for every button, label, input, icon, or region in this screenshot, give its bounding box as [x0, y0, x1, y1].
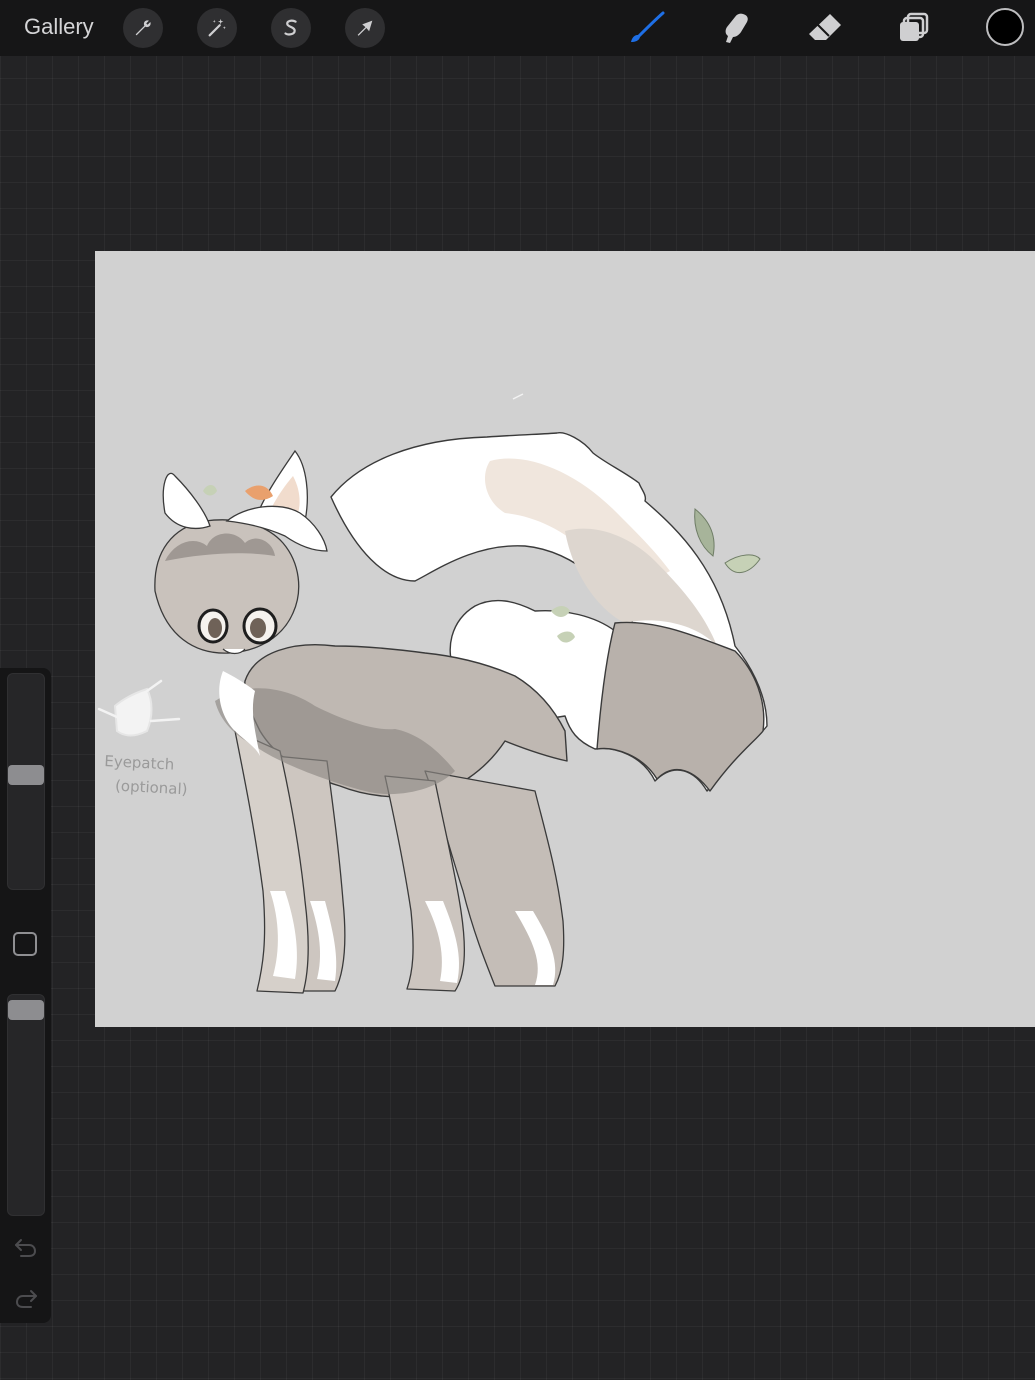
- redo-icon: [15, 1290, 37, 1308]
- brush-tool-button[interactable]: [625, 8, 669, 48]
- eraser-icon: [809, 14, 841, 40]
- transform-button[interactable]: [345, 8, 385, 48]
- selection-button[interactable]: [271, 8, 311, 48]
- selection-s-icon: [284, 19, 297, 36]
- magic-wand-icon: [208, 18, 226, 37]
- smudge-tool-button[interactable]: [714, 8, 758, 48]
- arrow-cursor-icon: [357, 20, 373, 36]
- smudge-finger-icon: [725, 13, 748, 43]
- actions-button[interactable]: [123, 8, 163, 48]
- modify-button[interactable]: [13, 932, 37, 956]
- cat-artwork: [97, 393, 768, 994]
- brush-size-thumb[interactable]: [8, 765, 44, 785]
- redo-button[interactable]: [12, 1287, 40, 1309]
- top-toolbar: Gallery: [0, 0, 1035, 56]
- undo-button[interactable]: [12, 1236, 40, 1258]
- side-bar: [0, 668, 51, 1323]
- opacity-slider[interactable]: [7, 994, 45, 1216]
- eraser-tool-button[interactable]: [803, 8, 847, 48]
- wrench-icon: [135, 20, 151, 36]
- note-line-2: (optional): [114, 776, 188, 799]
- undo-icon: [15, 1239, 37, 1257]
- adjustments-button[interactable]: [197, 8, 237, 48]
- opacity-thumb[interactable]: [8, 1000, 44, 1020]
- gallery-button[interactable]: Gallery: [24, 14, 94, 40]
- drawing-canvas[interactable]: Eyepatch (optional): [95, 251, 1035, 1027]
- layers-icon: [900, 12, 929, 41]
- eyepatch-note: Eyepatch (optional): [102, 749, 189, 801]
- brush-size-slider[interactable]: [7, 673, 45, 890]
- layers-button[interactable]: [892, 8, 936, 48]
- color-picker-button[interactable]: [986, 8, 1024, 46]
- brush-icon: [631, 11, 665, 42]
